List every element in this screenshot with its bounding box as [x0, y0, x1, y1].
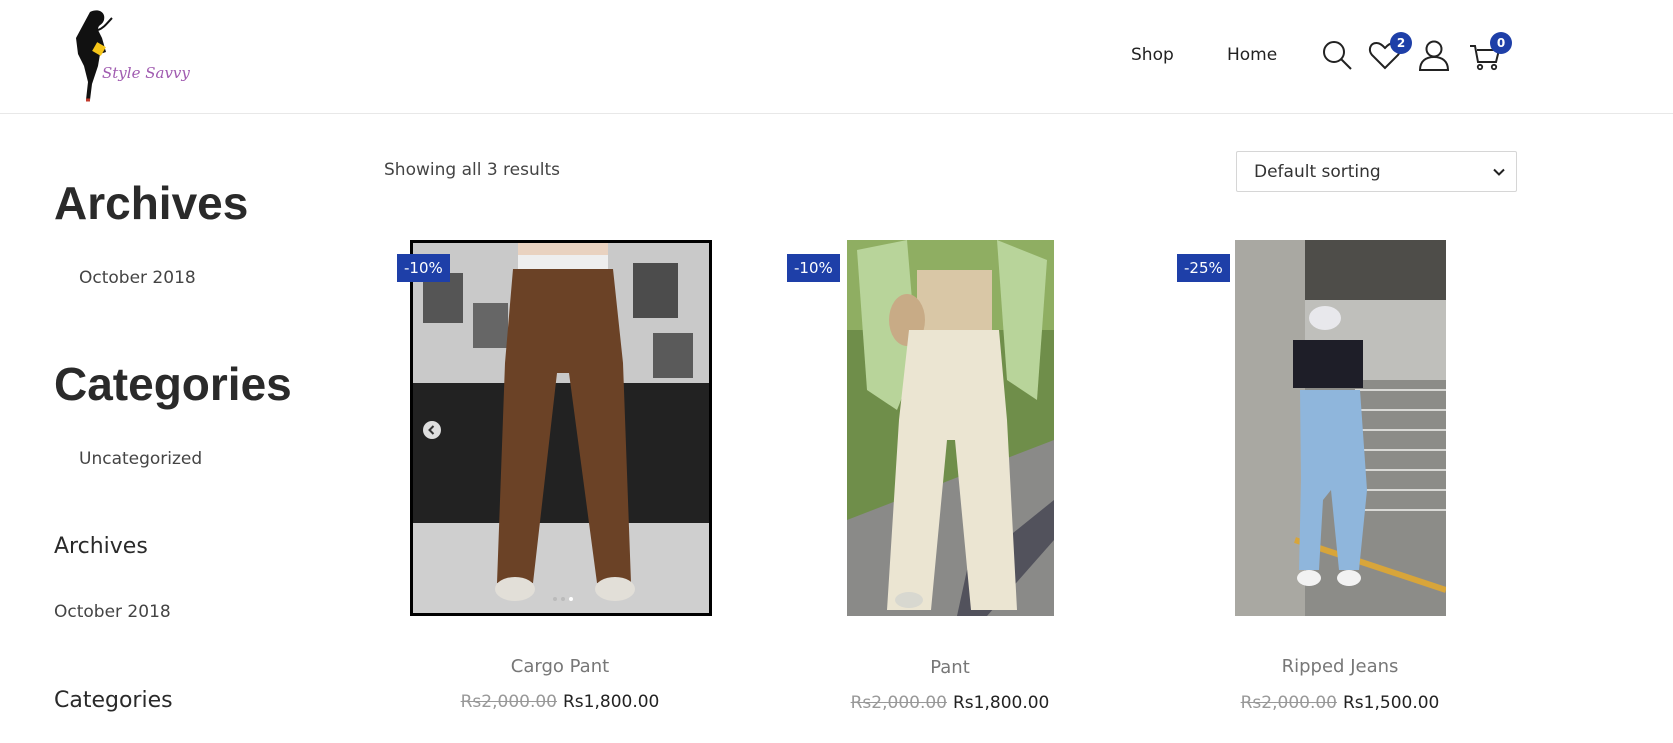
result-count: Showing all 3 results [384, 160, 561, 180]
product-price: Rs2,000.00 Rs1,800.00 [395, 692, 725, 712]
archives-heading: Archives [54, 177, 249, 229]
product-old-price: Rs2,000.00 [1240, 693, 1337, 713]
product-sale-price: Rs1,800.00 [563, 692, 660, 712]
slider-dot-active[interactable] [569, 597, 573, 601]
archive-link-october-2018[interactable]: October 2018 [79, 268, 196, 288]
sort-select[interactable]: Default sorting [1236, 151, 1517, 192]
product-photo [847, 240, 1054, 616]
slider-dot[interactable] [561, 597, 565, 601]
product-price: Rs2,000.00 Rs1,800.00 [785, 693, 1115, 713]
product-title[interactable]: Pant [785, 657, 1115, 678]
product-photo [413, 243, 709, 613]
product-price: Rs2,000.00 Rs1,500.00 [1175, 693, 1505, 713]
archive-link-october-2018-secondary[interactable]: October 2018 [54, 602, 171, 622]
product-title[interactable]: Cargo Pant [395, 656, 725, 677]
product-sale-price: Rs1,800.00 [953, 693, 1050, 713]
chevron-down-icon [1493, 168, 1505, 176]
product-image-pant[interactable] [847, 240, 1054, 616]
search-button[interactable] [1320, 38, 1354, 72]
slider-dots [553, 597, 573, 601]
wishlist-button[interactable]: 2 [1368, 32, 1412, 72]
cart-button[interactable]: 0 [1468, 32, 1512, 72]
sale-badge: -25% [1177, 254, 1230, 282]
wishlist-count-badge: 2 [1390, 32, 1412, 54]
slider-prev-button[interactable] [423, 421, 441, 439]
product-old-price: Rs2,000.00 [460, 692, 557, 712]
product-image-cargo-pant[interactable] [410, 240, 712, 616]
logo-text: Style Savvy [102, 64, 190, 82]
sale-badge: -10% [787, 254, 840, 282]
product-card: -10% Pant Rs2,000.00 Rs1,800.00 [785, 240, 1115, 720]
slider-dot[interactable] [553, 597, 557, 601]
cart-count-badge: 0 [1490, 32, 1512, 54]
product-photo [1235, 240, 1446, 616]
site-logo[interactable]: Style Savvy [68, 8, 208, 104]
logo-figure-icon [76, 10, 113, 102]
archives-heading-secondary: Archives [54, 534, 148, 559]
search-icon [1323, 41, 1352, 70]
product-card: -25% Ripped Jeans Rs2,000.00 Rs1,500.00 [1175, 240, 1505, 720]
categories-heading-secondary: Categories [54, 688, 173, 713]
product-title[interactable]: Ripped Jeans [1175, 656, 1505, 677]
product-card: -10% Cargo Pant Rs2,000.00 Rs1,800.00 [395, 240, 725, 720]
site-header: Style Savvy Shop Home 2 0 [0, 0, 1673, 114]
user-icon [1418, 40, 1450, 71]
product-old-price: Rs2,000.00 [850, 693, 947, 713]
chevron-left-icon [428, 425, 435, 435]
product-sale-price: Rs1,500.00 [1343, 693, 1440, 713]
account-button[interactable] [1417, 38, 1451, 72]
categories-heading: Categories [54, 358, 292, 410]
nav-home-link[interactable]: Home [1227, 45, 1277, 65]
product-image-ripped-jeans[interactable] [1235, 240, 1446, 616]
nav-shop-link[interactable]: Shop [1131, 45, 1174, 65]
category-link-uncategorized[interactable]: Uncategorized [79, 449, 202, 469]
sale-badge: -10% [397, 254, 450, 282]
sort-selected-value: Default sorting [1254, 162, 1381, 182]
